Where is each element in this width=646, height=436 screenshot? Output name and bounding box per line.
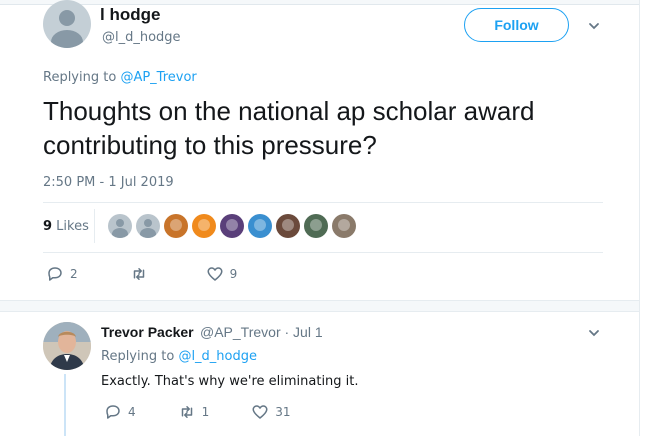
reply-action[interactable]: 4 [104, 403, 136, 421]
reply-replying-prefix: Replying to [101, 349, 179, 364]
retweet-action[interactable]: 1 [178, 403, 210, 421]
tweet-text: Thoughts on the national ap scholar awar… [43, 96, 535, 160]
likes-number: 9 [43, 219, 53, 234]
heart-icon [252, 405, 268, 419]
like-count: 9 [229, 267, 238, 281]
replying-handle-link[interactable]: @AP_Trevor [120, 70, 196, 85]
default-avatar[interactable] [43, 0, 91, 48]
liker-avatar[interactable] [192, 214, 216, 238]
reply-author-name[interactable]: Trevor Packer [101, 324, 194, 340]
liker-avatar[interactable] [220, 214, 244, 238]
author-name[interactable]: l hodge [100, 5, 160, 25]
like-count: 31 [275, 405, 291, 419]
liker-avatar[interactable] [304, 214, 328, 238]
chevron-down-icon[interactable] [588, 327, 600, 339]
thread-line [64, 374, 66, 436]
follow-button[interactable]: Follow [464, 8, 569, 42]
likes-separator [94, 209, 95, 243]
liker-avatar[interactable] [332, 214, 356, 238]
liker-avatar[interactable] [136, 214, 160, 238]
liker-avatar[interactable] [108, 214, 132, 238]
reply-count: 2 [70, 267, 78, 281]
section-separator [0, 300, 639, 312]
tweet-timestamp[interactable]: 2:50 PM - 1 Jul 2019 [43, 175, 174, 190]
chevron-down-icon[interactable] [588, 20, 600, 32]
replying-to: Replying to @AP_Trevor [43, 70, 197, 85]
avatar-head-shape [59, 10, 75, 26]
liker-avatar[interactable] [164, 214, 188, 238]
reply-replying-to: Replying to @l_d_hodge [101, 349, 257, 364]
liker-avatar[interactable] [276, 214, 300, 238]
replying-prefix: Replying to [43, 70, 121, 85]
scrollbar-track[interactable] [639, 0, 646, 436]
reply-actions: 4 1 31 [104, 403, 291, 421]
reply-count: 4 [128, 405, 136, 419]
retweet-icon [181, 406, 192, 418]
heart-icon [207, 267, 223, 281]
likes-label: Likes [52, 219, 89, 234]
retweet-icon [133, 268, 144, 280]
like-action[interactable]: 31 [251, 403, 291, 421]
reply-author-meta[interactable]: @AP_Trevor · Jul 1 [200, 324, 323, 340]
like-action[interactable]: 9 [206, 265, 238, 283]
liker-avatars [108, 214, 356, 238]
retweet-action[interactable] [130, 265, 154, 283]
divider [43, 252, 603, 253]
reply-icon [48, 267, 62, 281]
profile-photo-illustration [43, 322, 91, 370]
reply-replying-handle-link[interactable]: @l_d_hodge [178, 349, 257, 364]
reply-icon [106, 405, 120, 419]
reply-text: Exactly. That's why we're eliminating it… [101, 374, 359, 389]
author-handle[interactable]: @l_d_hodge [102, 30, 181, 45]
reply-author-avatar[interactable] [43, 322, 91, 370]
top-strip [0, 0, 646, 5]
divider [43, 202, 603, 203]
liker-avatar[interactable] [248, 214, 272, 238]
likes-count[interactable]: 9 Likes [43, 219, 89, 234]
retweet-count: 1 [201, 405, 210, 419]
tweet-actions: 2 9 [46, 265, 237, 283]
reply-action[interactable]: 2 [46, 265, 78, 283]
avatar-body-shape [51, 30, 83, 48]
